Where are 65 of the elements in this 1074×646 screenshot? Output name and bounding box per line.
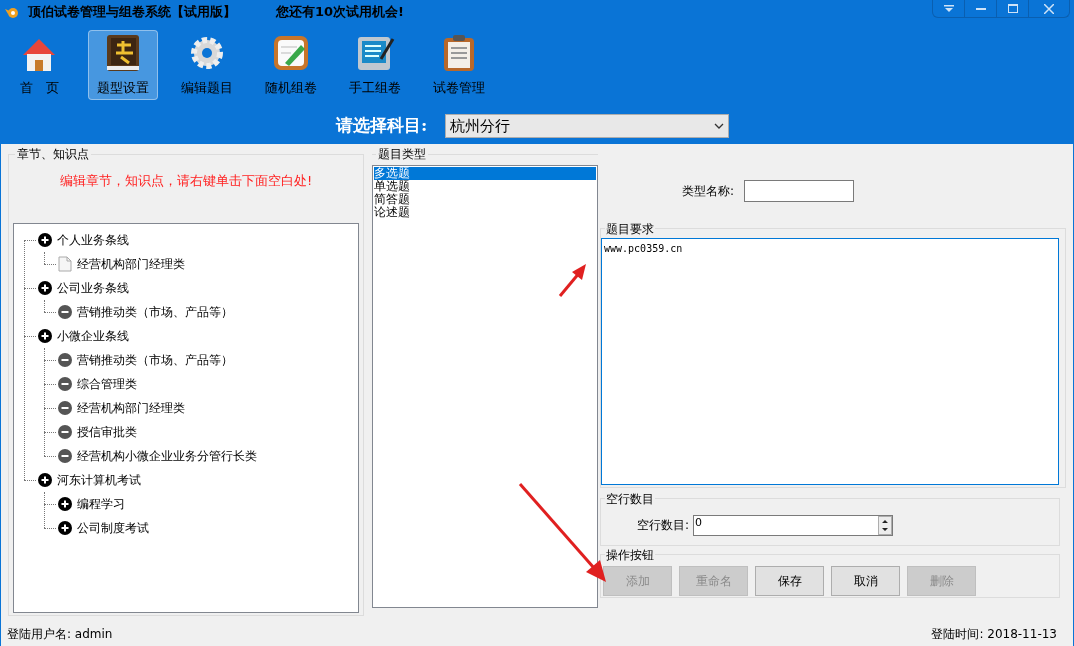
minimize-icon [975, 7, 986, 10]
requirements-field[interactable]: www.pc0359.cn [601, 238, 1059, 485]
collapse-icon[interactable] [58, 400, 72, 415]
expand-icon[interactable] [38, 280, 52, 295]
expand-icon[interactable] [58, 520, 72, 535]
subject-label: 请选择科目: [336, 114, 428, 138]
list-item[interactable]: 单选题 [374, 180, 596, 193]
collapse-icon[interactable] [58, 424, 72, 439]
collapse-icon[interactable] [58, 304, 72, 319]
document-icon [58, 255, 72, 272]
caret-icon [943, 4, 954, 13]
tree-item[interactable]: 营销推动类（市场、产品等） [77, 302, 233, 321]
tree-item[interactable]: 公司业务条线 [57, 278, 129, 297]
spin-arrows-icon [878, 515, 893, 535]
tree-item[interactable]: 公司制度考试 [77, 518, 149, 537]
annotation-arrow [558, 262, 588, 298]
hint-text: 编辑章节，知识点，请右键单击下面空白处! [58, 172, 314, 190]
toolbar-button[interactable]: 编辑题目 [172, 30, 242, 100]
list-item[interactable]: 简答题 [374, 193, 596, 206]
tree-item[interactable]: 综合管理类 [77, 374, 137, 393]
blank-lines-label: 空行数目: [637, 517, 690, 534]
type-name-label: 类型名称: [682, 183, 735, 200]
toolbar-button[interactable]: 题型设置 [88, 30, 158, 100]
expand-icon[interactable] [38, 232, 52, 247]
close-icon [1044, 3, 1054, 14]
group-title: 章节、知识点 [15, 145, 91, 163]
pencil-paper-icon [271, 33, 311, 73]
group-title: 题目类型 [376, 145, 428, 163]
group-title: 操作按钮 [605, 546, 655, 564]
toolbar-button[interactable]: 手工组卷 [340, 30, 410, 100]
action-button[interactable]: 取消 [831, 566, 900, 596]
tree-item[interactable]: 经营机构部门经理类 [77, 398, 185, 417]
tree-item[interactable]: 编程学习 [77, 494, 125, 513]
toolbar-button[interactable]: 试卷管理 [424, 30, 494, 100]
type-name-field[interactable] [744, 180, 855, 202]
expand-icon[interactable] [58, 496, 72, 511]
tree-item[interactable]: 授信审批类 [77, 422, 137, 441]
tree-item[interactable]: 营销推动类（市场、产品等） [77, 350, 233, 369]
login-user-text: 登陆用户名: admin [7, 626, 113, 643]
group-title: 空行数目 [605, 490, 655, 508]
blank-lines-spinbox[interactable]: 0 [693, 514, 894, 536]
collapse-icon[interactable] [58, 376, 72, 391]
toolbar-button[interactable]: 首 页 [4, 30, 74, 100]
expand-icon[interactable] [38, 328, 52, 343]
tree-item[interactable]: 小微企业条线 [57, 326, 129, 345]
tree-item[interactable]: 经营机构小微企业业务分管行长类 [77, 446, 257, 465]
subject-dropdown[interactable]: 杭州分行 [445, 114, 730, 138]
list-item[interactable]: 多选题 [374, 167, 596, 180]
trial-notice: 您还有10次试用机会! [276, 3, 405, 22]
collapse-icon[interactable] [58, 352, 72, 367]
group-title: 题目要求 [605, 220, 655, 238]
maximize-icon [1007, 4, 1018, 13]
expand-icon[interactable] [38, 472, 52, 487]
login-time-text: 登陆时间: 2018-11-13 [931, 626, 1057, 643]
tree-item[interactable]: 河东计算机考试 [57, 470, 141, 489]
collapse-icon[interactable] [58, 448, 72, 463]
list-item[interactable]: 论述题 [374, 206, 596, 219]
chapter-tree[interactable]: 个人业务条线 经营机构部门经理类 公司业务条线 营销推动类（市场、产品等） 小微企业条线 营销推动类（市场、产品等） 综合管理类 经营机构部门经理类 授信审批类 经营机构小微企业业务分管行长类 河东计算机考试 编程学习 公司制度考试 [13, 222, 359, 613]
question-type-list[interactable]: 多选题 单选题 简答题 论述题 [372, 165, 598, 608]
chevron-down-icon [714, 123, 725, 129]
toolbar-button[interactable]: 随机组卷 [256, 30, 326, 100]
tree-item[interactable]: 经营机构部门经理类 [77, 254, 185, 273]
window-title: 顶伯试卷管理与组卷系统【试用版】 [28, 3, 236, 22]
action-button[interactable]: 保存 [755, 566, 824, 596]
tree-item[interactable]: 个人业务条线 [57, 230, 129, 249]
